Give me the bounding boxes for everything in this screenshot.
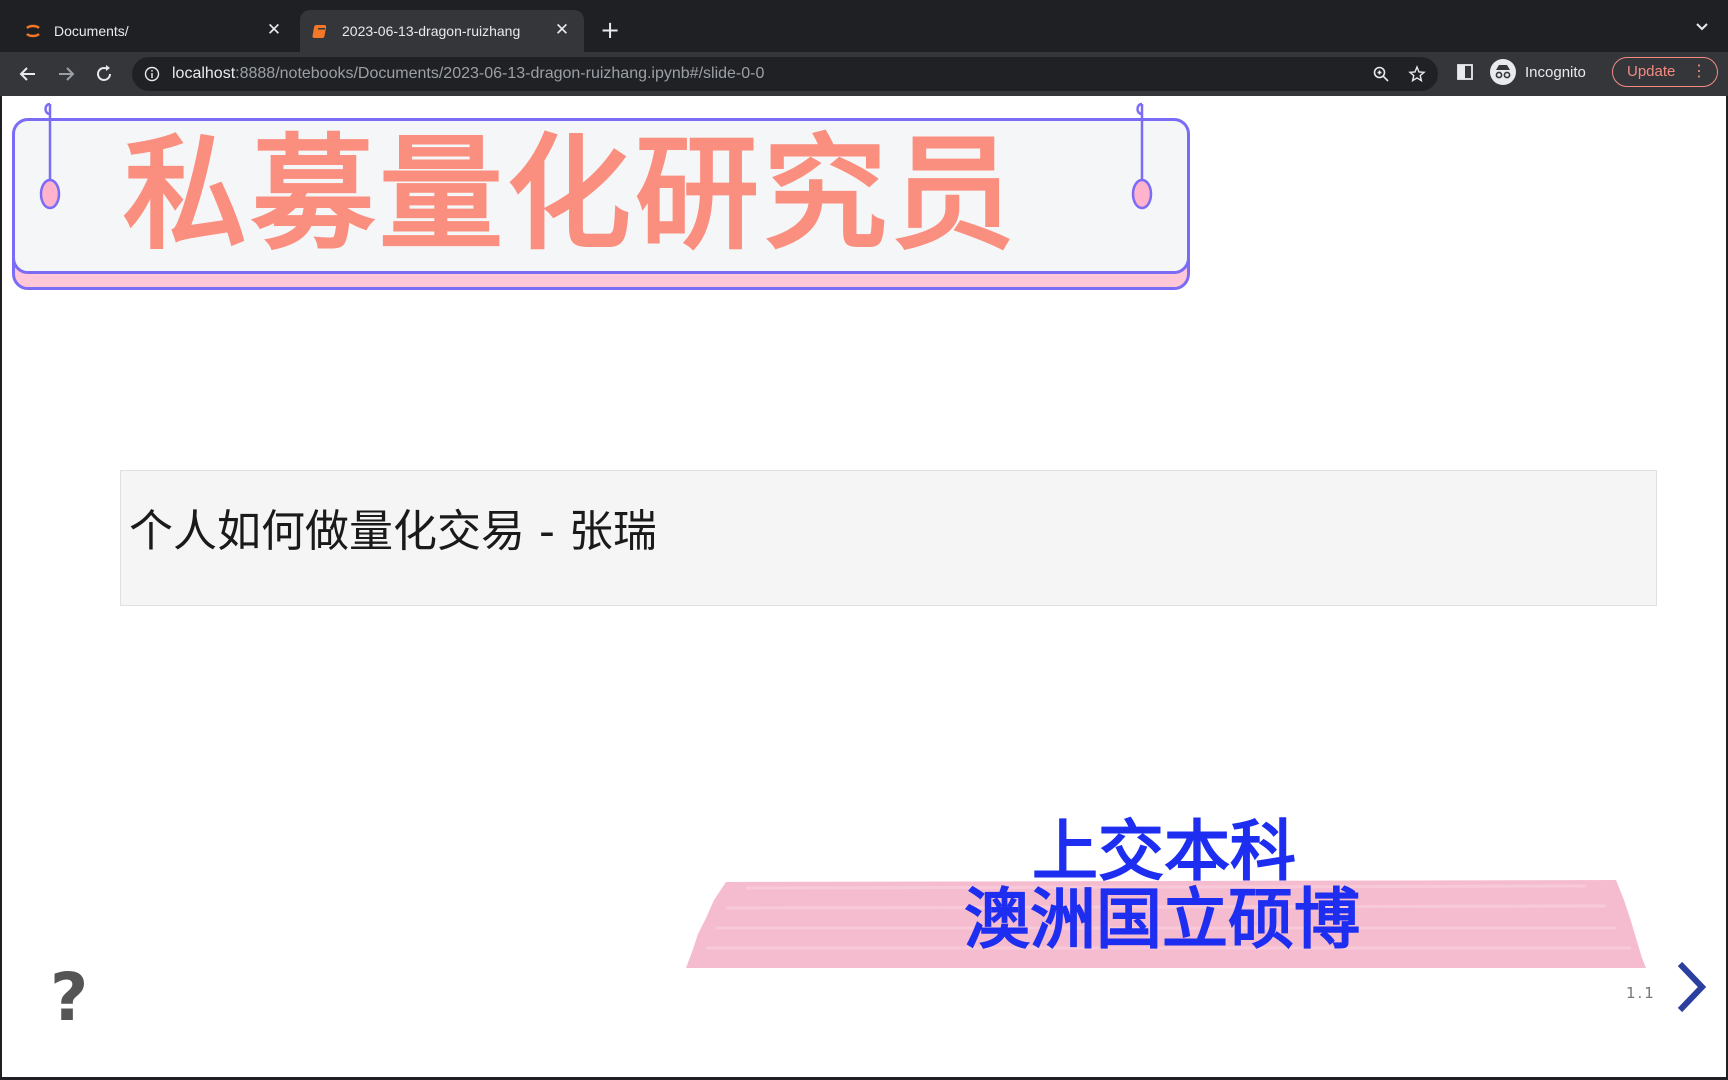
url-path: :8888/notebooks/Documents/2023-06-13-dra… [235, 65, 765, 82]
tab-title: 2023-06-13-dragon-ruizhang [342, 23, 521, 39]
incognito-icon [1490, 59, 1516, 85]
jupyter-icon [26, 24, 40, 38]
chevron-down-icon[interactable] [1694, 18, 1710, 34]
close-icon[interactable]: ✕ [552, 20, 572, 40]
credential-undergrad: 上交本科 [1032, 813, 1296, 890]
help-icon[interactable]: ? [50, 965, 100, 1031]
url-host: localhost [172, 65, 236, 82]
title-banner: 私募量化研究员 [12, 102, 1190, 310]
update-button[interactable]: Update ⋮ [1612, 57, 1718, 87]
address-bar[interactable]: localhost:8888/notebooks/Documents/2023-… [132, 57, 1438, 91]
tab-notebook[interactable]: 2023-06-13-dragon-ruizhang ✕ [300, 10, 584, 52]
url-text[interactable]: localhost:8888/notebooks/Documents/2023-… [172, 65, 764, 83]
incognito-label: Incognito [1525, 63, 1586, 81]
reload-icon[interactable] [92, 62, 116, 86]
notebook-icon [312, 25, 327, 38]
side-panel-icon[interactable] [1456, 63, 1474, 81]
slide-number: 1.1 [1626, 984, 1656, 1002]
credential-graduate: 澳洲国立硕博 [964, 881, 1360, 958]
chevron-right-icon[interactable] [1670, 958, 1710, 1016]
forward-arrow-icon[interactable] [54, 62, 78, 86]
star-icon[interactable] [1408, 65, 1426, 83]
slide-subtitle: 个人如何做量化交易 - 张瑞 [129, 506, 657, 557]
zoom-icon[interactable] [1372, 65, 1390, 83]
new-tab-button[interactable]: + [596, 16, 624, 44]
info-icon[interactable] [144, 66, 160, 82]
tab-strip: Documents/ ✕ 2023-06-13-dragon-ruizhang … [0, 0, 1728, 52]
back-arrow-icon[interactable] [16, 62, 40, 86]
slide: 私募量化研究员 个人如何做量化交易 - 张瑞 上交本科 澳洲国立硕博 ? 1.1 [0, 96, 1728, 1080]
incognito-indicator[interactable]: Incognito [1490, 58, 1586, 86]
subtitle-cell: 个人如何做量化交易 - 张瑞 [120, 470, 1657, 606]
tab-documents[interactable]: Documents/ ✕ [12, 10, 296, 52]
more-vert-icon[interactable]: ⋮ [1691, 58, 1707, 86]
slide-title: 私募量化研究员 [122, 123, 1019, 267]
close-icon[interactable]: ✕ [264, 20, 284, 40]
tab-title: Documents/ [54, 23, 129, 39]
update-label: Update [1627, 63, 1676, 80]
